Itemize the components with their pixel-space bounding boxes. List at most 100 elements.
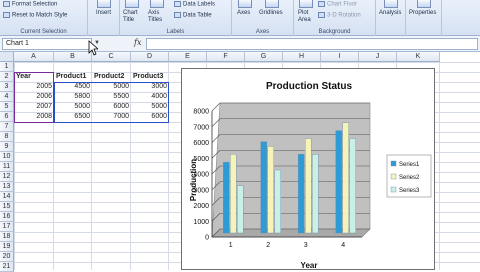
column-header-f[interactable]: F xyxy=(207,52,245,62)
bar-series2-2 xyxy=(267,146,274,234)
data-range-outline xyxy=(14,72,54,123)
labels-group: Chart Title Axis Titles Data Labels Data… xyxy=(120,0,232,36)
reset-style-icon xyxy=(3,12,10,18)
y-tick-label: 8000 xyxy=(193,109,209,116)
column-header-h[interactable]: H xyxy=(283,52,321,62)
axes-group: Axes Gridlines Axes xyxy=(232,0,294,36)
column-header-a[interactable]: A xyxy=(14,52,54,62)
column-header-d[interactable]: D xyxy=(131,52,169,62)
rotation-3d-icon xyxy=(318,12,325,18)
plot-area-icon xyxy=(299,0,313,8)
bar-series1-4 xyxy=(335,130,342,234)
row-header-6[interactable]: 6 xyxy=(0,112,14,122)
y-tick-label: 2000 xyxy=(193,203,209,210)
cell-b2[interactable]: Product1 xyxy=(54,72,92,82)
y-tick-label: 1000 xyxy=(193,219,209,226)
fx-icon[interactable]: fx xyxy=(134,38,141,47)
row-header-16[interactable]: 16 xyxy=(0,212,14,222)
bar-series3-1 xyxy=(237,185,244,234)
data-table-icon xyxy=(174,12,181,18)
row-header-12[interactable]: 12 xyxy=(0,172,14,182)
format-selection-button[interactable]: Format Selection xyxy=(3,1,57,8)
column-header-g[interactable]: G xyxy=(245,52,283,62)
row-header-5[interactable]: 5 xyxy=(0,102,14,112)
bar-series1-2 xyxy=(260,141,267,234)
row-header-14[interactable]: 14 xyxy=(0,192,14,202)
reset-to-match-style-button[interactable]: Reset to Match Style xyxy=(3,12,67,19)
properties-button[interactable]: Properties xyxy=(409,10,436,16)
chart-title-button[interactable]: Chart Title xyxy=(123,10,145,24)
bar-series2-3 xyxy=(305,138,312,234)
x-tick-label: 1 xyxy=(229,242,233,249)
bar-series2-4 xyxy=(342,122,349,234)
data-table-button[interactable]: Data Table xyxy=(174,12,212,19)
column-header-e[interactable]: E xyxy=(169,52,207,62)
axes-group-label: Axes xyxy=(255,29,270,35)
insert-icon xyxy=(97,0,111,8)
row-header-11[interactable]: 11 xyxy=(0,162,14,172)
row-header-17[interactable]: 17 xyxy=(0,222,14,232)
plot-area-button[interactable]: Plot Area xyxy=(298,10,314,24)
formula-input[interactable] xyxy=(146,38,478,50)
row-header-13[interactable]: 13 xyxy=(0,182,14,192)
row-header-21[interactable]: 21 xyxy=(0,262,14,272)
x-tick-label: 3 xyxy=(304,242,308,249)
legend-label-series1: Series1 xyxy=(399,162,420,168)
y-tick-label: 0 xyxy=(205,235,209,242)
chart-object[interactable]: Production Status 0 1000 2000 3000 4000 5000 60… xyxy=(181,68,435,270)
column-header-k[interactable]: K xyxy=(397,52,440,62)
bar-series3-3 xyxy=(312,154,319,234)
current-selection-label: Current Selection xyxy=(20,29,67,35)
y-axis-title: Production xyxy=(189,159,198,201)
formula-bar: Chart 1 ▼ fx xyxy=(0,36,480,52)
properties-icon xyxy=(417,0,431,8)
analysis-icon xyxy=(384,0,398,8)
axes-button[interactable]: Axes xyxy=(237,10,250,16)
insert-button[interactable]: Insert xyxy=(96,10,111,16)
data-labels-icon xyxy=(174,1,181,7)
legend-swatch-series2 xyxy=(390,173,397,180)
row-header-4[interactable]: 4 xyxy=(0,92,14,102)
name-box[interactable]: Chart 1 xyxy=(2,38,92,50)
gridlines-button[interactable]: Gridlines xyxy=(259,10,283,16)
bar-series3-4 xyxy=(349,138,356,234)
bar-series1-3 xyxy=(298,154,305,234)
properties-group: Properties xyxy=(406,0,442,36)
row-header-1[interactable]: 1 xyxy=(0,62,14,72)
row-header-9[interactable]: 9 xyxy=(0,142,14,152)
x-tick-label: 4 xyxy=(341,242,345,249)
row-header-18[interactable]: 18 xyxy=(0,232,14,242)
cell-c2[interactable]: Product2 xyxy=(92,72,131,82)
row-header-20[interactable]: 20 xyxy=(0,252,14,262)
row-header-15[interactable]: 15 xyxy=(0,202,14,212)
y-tick-label: 6000 xyxy=(193,140,209,147)
axis-titles-button[interactable]: Axis Titles xyxy=(148,10,170,24)
bar-series1-1 xyxy=(223,161,230,234)
row-header-19[interactable]: 19 xyxy=(0,242,14,252)
analysis-button[interactable]: Analysis xyxy=(379,10,401,16)
row-header-10[interactable]: 10 xyxy=(0,152,14,162)
row-header-3[interactable]: 3 xyxy=(0,82,14,92)
background-group: Plot Area Chart Floor 3-D Rotation Backg… xyxy=(294,0,376,36)
row-header-2[interactable]: 2 xyxy=(0,72,14,82)
bar-series2-1 xyxy=(230,154,237,234)
chart-floor-button[interactable]: Chart Floor xyxy=(318,1,357,8)
background-group-label: Background xyxy=(318,29,351,35)
column-header-b[interactable]: B xyxy=(54,52,92,62)
row-header-7[interactable]: 7 xyxy=(0,122,14,132)
column-header-j[interactable]: J xyxy=(359,52,397,62)
y-tick-label: 7000 xyxy=(193,124,209,131)
chart-title-icon xyxy=(125,0,139,8)
cell-d2[interactable]: Product3 xyxy=(131,72,169,82)
ribbon: Format Selection Reset to Match Style Cu… xyxy=(0,0,480,36)
analysis-group: Analysis xyxy=(376,0,406,36)
production-chart[interactable]: Production Status01000200030004000500060… xyxy=(182,69,436,271)
chart-data-range-highlight xyxy=(54,82,169,123)
data-labels-button[interactable]: Data Labels xyxy=(174,1,215,8)
rotation-3d-button[interactable]: 3-D Rotation xyxy=(318,12,361,19)
x-axis-title: Year xyxy=(301,261,318,270)
row-header-8[interactable]: 8 xyxy=(0,132,14,142)
column-header-i[interactable]: I xyxy=(321,52,359,62)
select-all-corner[interactable] xyxy=(0,52,14,62)
chart-title: Production Status xyxy=(266,81,353,92)
